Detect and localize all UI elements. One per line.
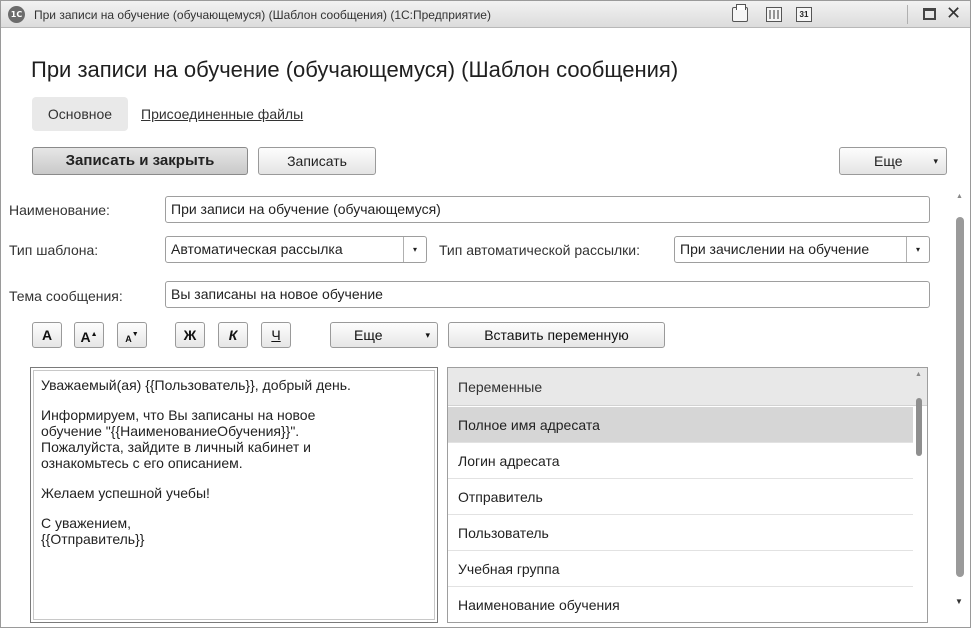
auto-mailing-type-select[interactable]: При зачислении на обучение ▾	[674, 236, 930, 263]
template-type-select[interactable]: Автоматическая рассылка ▾	[165, 236, 427, 263]
variable-item[interactable]: Полное имя адресата	[448, 407, 913, 443]
more-actions-label: Еще	[874, 153, 903, 169]
calendar-icon[interactable]: 31	[796, 7, 812, 22]
name-field[interactable]: При записи на обучение (обучающемуся)	[165, 196, 930, 223]
variable-item[interactable]: Логин адресата	[448, 443, 913, 479]
subject-label: Тема сообщения:	[9, 288, 123, 304]
font-decrease-arrow-icon: ▼	[131, 331, 139, 338]
message-body-editor[interactable]: Уважаемый(ая) {{Пользователь}}, добрый д…	[30, 367, 438, 623]
variable-item[interactable]: Учебная группа	[448, 551, 913, 587]
application-window: 1С При записи на обучение (обучающемуся)…	[0, 0, 971, 628]
tab-main[interactable]: Основное	[32, 97, 128, 131]
subject-field[interactable]: Вы записаны на новое обучение	[165, 281, 930, 308]
tab-attached-files[interactable]: Присоединенные файлы	[141, 106, 303, 122]
message-paragraph: Информируем, что Вы записаны на новое об…	[41, 407, 316, 471]
scroll-up-icon[interactable]: ▲	[956, 193, 963, 200]
format-more-button[interactable]: Еще ▾	[330, 322, 438, 348]
font-increase-arrow-icon: ▲	[90, 331, 98, 338]
insert-variable-button[interactable]: Вставить переменную	[448, 322, 665, 348]
save-and-close-button[interactable]: Записать и закрыть	[32, 147, 248, 175]
message-paragraph: Уважаемый(ая) {{Пользователь}}, добрый д…	[41, 377, 351, 393]
maximize-icon[interactable]	[923, 8, 936, 20]
variable-item[interactable]: Отправитель	[448, 479, 913, 515]
titlebar-divider	[907, 5, 908, 24]
font-default-button[interactable]: A	[32, 322, 62, 348]
form-scrollbar[interactable]: ▲ ▼	[954, 193, 966, 613]
scroll-down-icon[interactable]: ▼	[955, 597, 963, 606]
printer-icon[interactable]	[732, 4, 748, 22]
name-label: Наименование:	[9, 202, 110, 218]
scrollbar-thumb[interactable]	[956, 217, 964, 577]
font-increase-label: A	[80, 329, 91, 345]
italic-button[interactable]: К	[218, 322, 248, 348]
app-logo-icon: 1С	[8, 6, 25, 23]
title-bar: 1С При записи на обучение (обучающемуся)…	[1, 1, 970, 28]
scrollbar-thumb[interactable]	[916, 398, 922, 456]
variables-header: Переменные	[448, 368, 927, 406]
variables-scrollbar[interactable]: ▲	[914, 371, 924, 621]
more-actions-button[interactable]: Еще ▾	[839, 147, 947, 175]
format-more-label: Еще	[354, 327, 383, 343]
underline-button[interactable]: Ч	[261, 322, 291, 348]
chevron-down-icon[interactable]: ▾	[403, 237, 426, 262]
chevron-down-icon[interactable]: ▾	[906, 237, 929, 262]
template-type-label: Тип шаблона:	[9, 242, 99, 258]
message-paragraph: С уважением, {{Отправитель}}	[41, 515, 145, 547]
font-decrease-button[interactable]: A▼	[117, 322, 147, 348]
bold-button[interactable]: Ж	[175, 322, 205, 348]
close-icon[interactable]: ✕	[946, 3, 961, 25]
chevron-down-icon: ▾	[933, 156, 938, 166]
auto-mailing-type-value: При зачислении на обучение	[680, 241, 870, 257]
template-type-value: Автоматическая рассылка	[171, 241, 343, 257]
page-title: При записи на обучение (обучающемуся) (Ш…	[31, 57, 679, 82]
variable-item[interactable]: Наименование обучения	[448, 587, 913, 622]
variables-list[interactable]: Переменные Полное имя адресата Логин адр…	[447, 367, 928, 623]
font-increase-button[interactable]: A▲	[74, 322, 104, 348]
save-button[interactable]: Записать	[258, 147, 376, 175]
window-title: При записи на обучение (обучающемуся) (Ш…	[34, 8, 491, 22]
calculator-icon[interactable]	[766, 7, 782, 22]
message-paragraph: Желаем успешной учебы!	[41, 485, 210, 501]
chevron-down-icon: ▾	[425, 330, 430, 340]
auto-mailing-type-label: Тип автоматической рассылки:	[439, 242, 641, 258]
scroll-up-icon[interactable]: ▲	[915, 371, 922, 378]
variable-item[interactable]: Пользователь	[448, 515, 913, 551]
